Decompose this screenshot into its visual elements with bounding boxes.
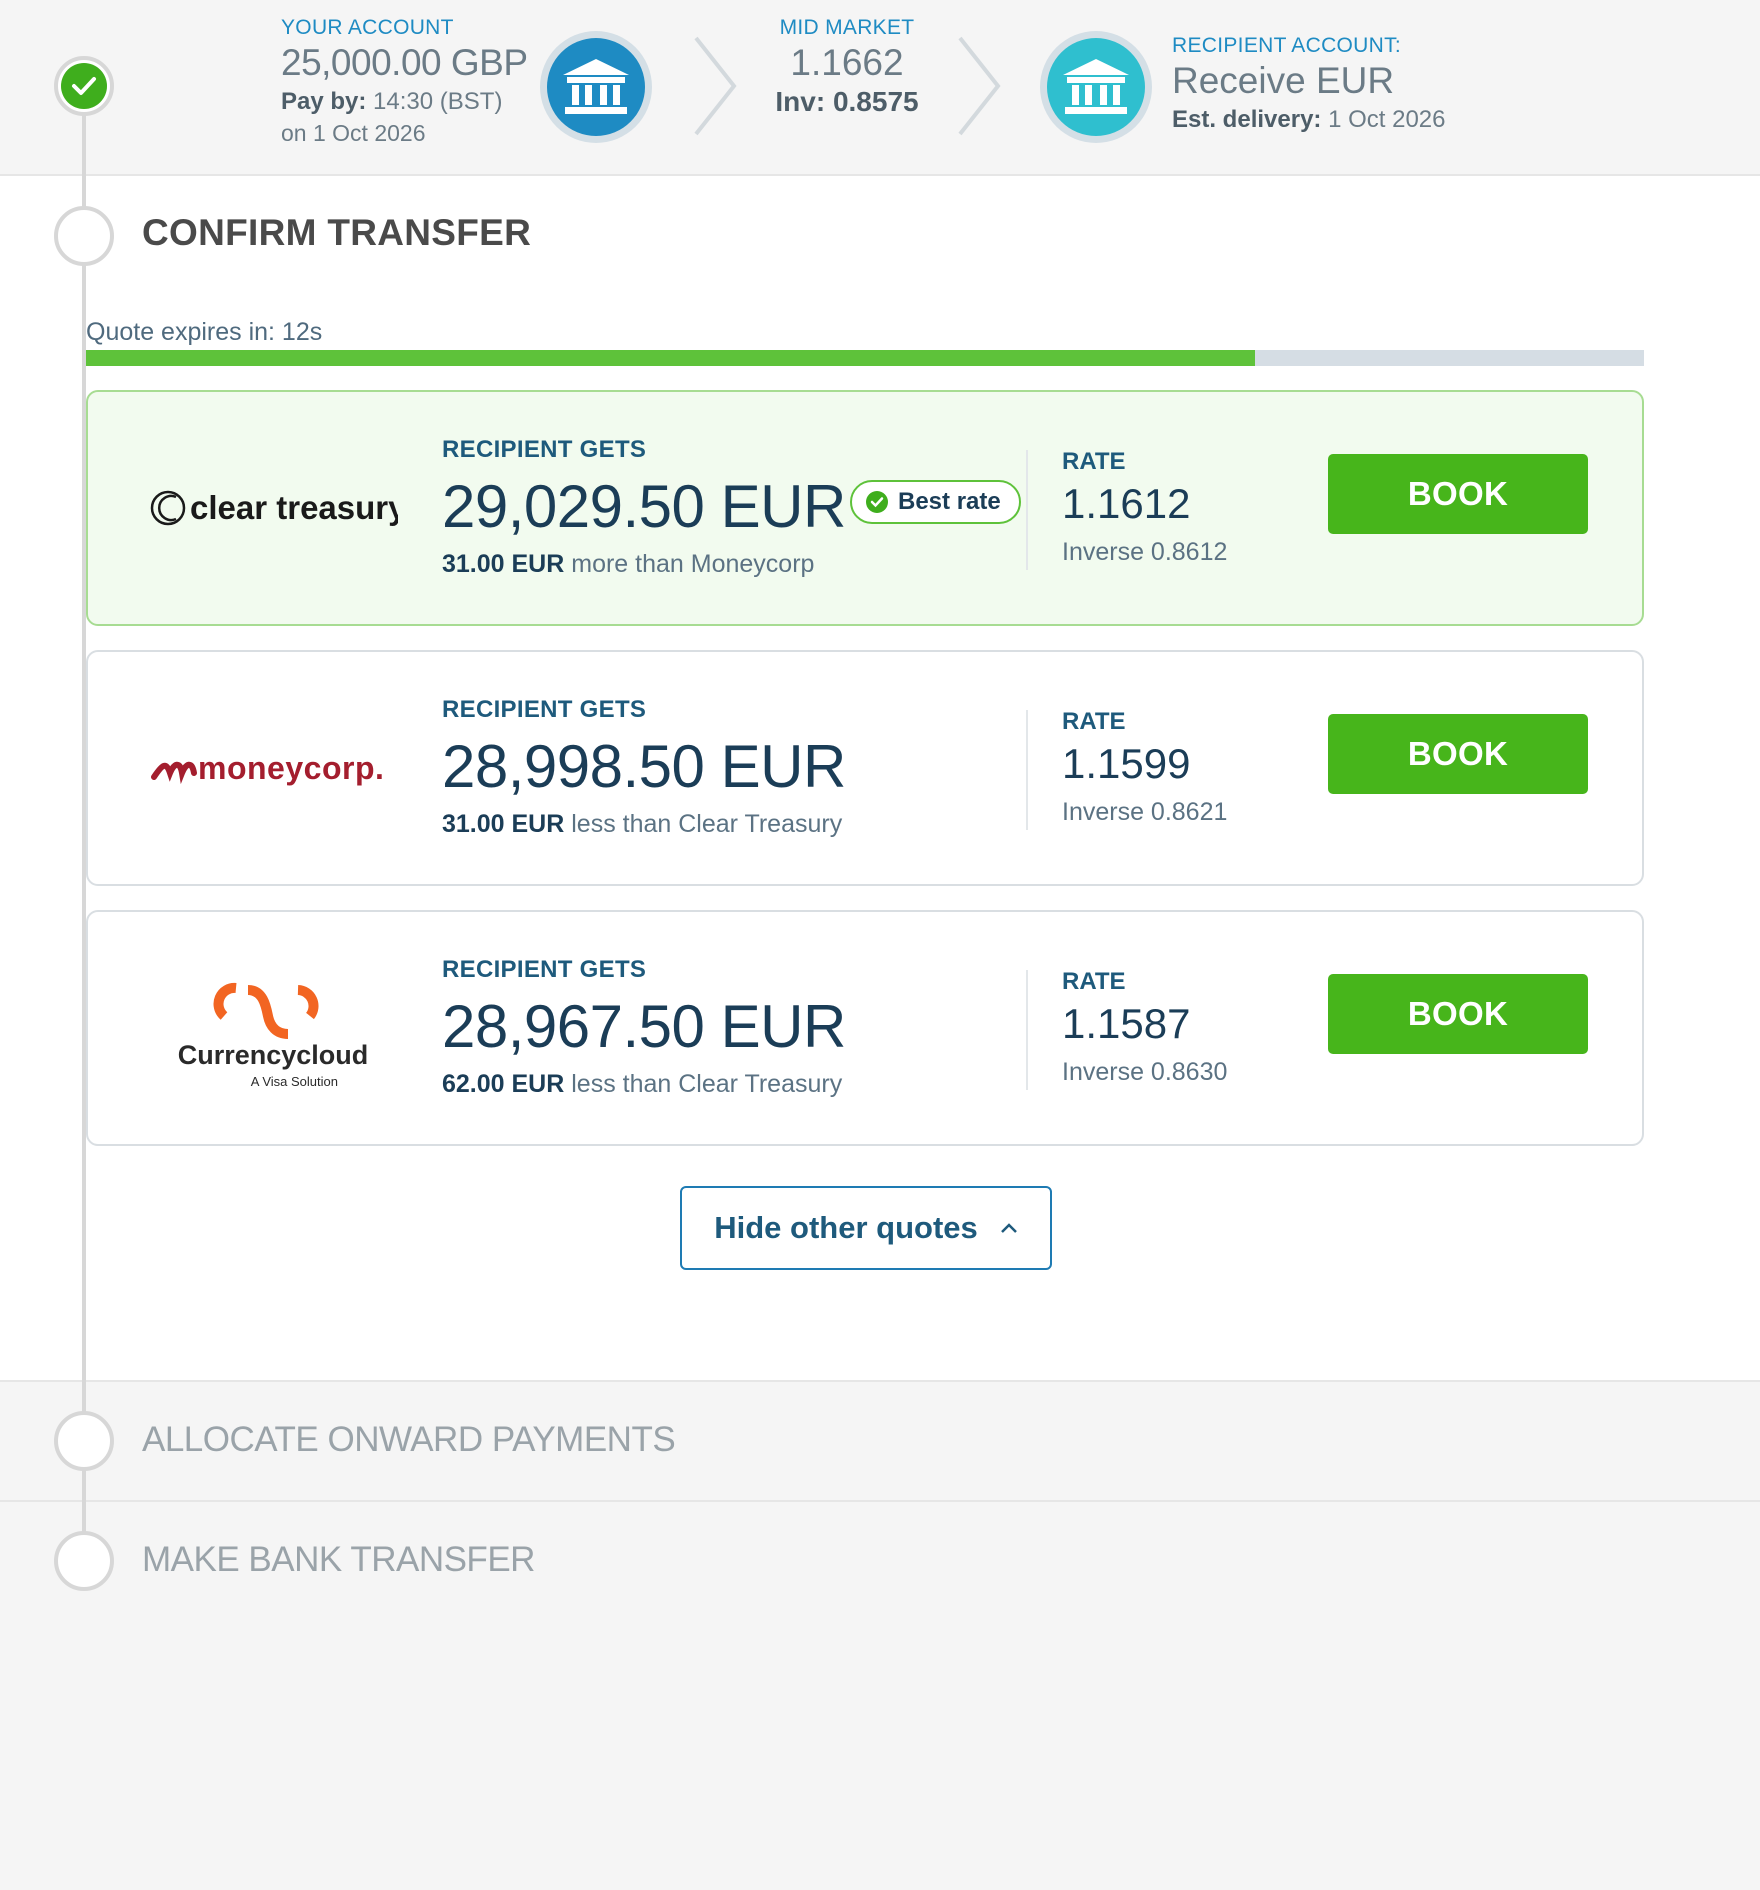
chevron-right-icon bbox=[694, 36, 737, 136]
source-bank-icon bbox=[540, 31, 652, 143]
hide-other-quotes-button[interactable]: Hide other quotes bbox=[680, 1186, 1052, 1270]
difference-text: less than Clear Treasury bbox=[571, 810, 843, 838]
difference-text: more than Moneycorp bbox=[571, 550, 815, 578]
your-account-block: YOUR ACCOUNT 25,000.00 GBP Pay by: 14:30… bbox=[281, 16, 528, 147]
difference-amount: 31.00 EUR bbox=[442, 550, 565, 578]
hide-other-quotes-label: Hide other quotes bbox=[714, 1210, 978, 1245]
difference-amount: 31.00 EUR bbox=[442, 810, 565, 838]
recipient-gets-label: RECIPIENT GETS bbox=[442, 956, 647, 983]
best-rate-badge: Best rate bbox=[850, 480, 1021, 524]
pay-by-label: Pay by: bbox=[281, 88, 367, 115]
your-account-label: YOUR ACCOUNT bbox=[281, 16, 454, 39]
allocate-onward-payments-title: ALLOCATE ONWARD PAYMENTS bbox=[142, 1420, 676, 1459]
pay-by-date: on 1 Oct 2026 bbox=[281, 120, 426, 146]
quote-card-currencycloud: Currencycloud A Visa Solution RECIPIENT … bbox=[86, 910, 1644, 1146]
recipient-amount: 28,998.50 EUR bbox=[442, 733, 846, 800]
difference-note: 31.00 EUR less than Clear Treasury bbox=[442, 810, 842, 839]
quote-expiry-text: Quote expires in: 12s bbox=[86, 318, 323, 346]
rate-value: 1.1587 bbox=[1062, 1000, 1191, 1047]
divider bbox=[1026, 450, 1028, 570]
mid-market-inverse: Inv: 0.8575 bbox=[760, 86, 934, 118]
checkmark-icon bbox=[61, 63, 107, 109]
progress-fill bbox=[86, 350, 1255, 366]
clear-treasury-logo: clear treasury bbox=[143, 392, 403, 624]
provider-name: clear treasury bbox=[190, 489, 398, 526]
recipient-bank-icon bbox=[1040, 31, 1152, 143]
inv-value: 0.8575 bbox=[832, 86, 919, 117]
step-bank-transfer-indicator bbox=[54, 1531, 114, 1591]
currencycloud-logo: Currencycloud A Visa Solution bbox=[143, 912, 403, 1144]
recipient-account-label: RECIPIENT ACCOUNT: bbox=[1172, 34, 1402, 57]
chevron-right-icon bbox=[958, 36, 1001, 136]
transfer-summary-header: YOUR ACCOUNT 25,000.00 GBP Pay by: 14:30… bbox=[0, 0, 1760, 176]
your-account-amount: 25,000.00 GBP bbox=[281, 42, 528, 83]
rate-value: 1.1612 bbox=[1062, 480, 1191, 527]
moneycorp-logo: moneycorp. bbox=[143, 652, 403, 884]
recipient-amount: 29,029.50 EUR bbox=[442, 473, 846, 540]
provider-name: Currencycloud bbox=[178, 1040, 369, 1070]
provider-subtitle: A Visa Solution bbox=[251, 1074, 338, 1089]
step-complete-indicator bbox=[54, 56, 114, 116]
delivery-line: Est. delivery: 1 Oct 2026 bbox=[1172, 106, 1446, 134]
book-button-currencycloud[interactable]: BOOK bbox=[1328, 974, 1588, 1054]
book-button-clear-treasury[interactable]: BOOK bbox=[1328, 454, 1588, 534]
check-circle-icon bbox=[866, 491, 888, 513]
page-title: CONFIRM TRANSFER bbox=[142, 212, 532, 253]
delivery-label: Est. delivery: bbox=[1172, 106, 1322, 133]
mid-market-label: MID MARKET bbox=[779, 16, 915, 39]
book-button-moneycorp[interactable]: BOOK bbox=[1328, 714, 1588, 794]
quote-card-moneycorp: moneycorp. RECIPIENT GETS 28,998.50 EUR … bbox=[86, 650, 1644, 886]
recipient-gets-label: RECIPIENT GETS bbox=[442, 436, 647, 463]
quote-card-clear-treasury: clear treasury RECIPIENT GETS 29,029.50 … bbox=[86, 390, 1644, 626]
rate-label: RATE bbox=[1062, 708, 1126, 735]
best-rate-label: Best rate bbox=[898, 488, 1001, 515]
inverse-rate: Inverse 0.8621 bbox=[1062, 798, 1228, 826]
inverse-rate: Inverse 0.8612 bbox=[1062, 538, 1228, 566]
step-current-indicator bbox=[54, 206, 114, 266]
difference-note: 31.00 EUR more than Moneycorp bbox=[442, 550, 814, 579]
inverse-rate: Inverse 0.8630 bbox=[1062, 1058, 1228, 1086]
delivery-date: 1 Oct 2026 bbox=[1328, 106, 1446, 133]
provider-name: moneycorp. bbox=[198, 750, 384, 786]
chevron-up-icon bbox=[1000, 1223, 1017, 1233]
difference-amount: 62.00 EUR bbox=[442, 1070, 565, 1098]
recipient-gets-label: RECIPIENT GETS bbox=[442, 696, 647, 723]
make-bank-transfer-title: MAKE BANK TRANSFER bbox=[142, 1540, 535, 1579]
mid-market-block: MID MARKET 1.1662 Inv: 0.8575 bbox=[760, 16, 934, 118]
rate-value: 1.1599 bbox=[1062, 740, 1191, 787]
inv-label: Inv: bbox=[775, 86, 826, 117]
rate-label: RATE bbox=[1062, 448, 1126, 475]
divider bbox=[1026, 970, 1028, 1090]
pay-by-line: Pay by: 14:30 (BST) bbox=[281, 88, 528, 116]
pay-by-time: 14:30 (BST) bbox=[373, 88, 503, 115]
quote-expiry-progress bbox=[86, 350, 1644, 366]
step-allocate-indicator bbox=[54, 1411, 114, 1471]
difference-text: less than Clear Treasury bbox=[571, 1070, 843, 1098]
mid-market-rate: 1.1662 bbox=[790, 42, 904, 83]
difference-note: 62.00 EUR less than Clear Treasury bbox=[442, 1070, 842, 1099]
rate-label: RATE bbox=[1062, 968, 1126, 995]
divider bbox=[1026, 710, 1028, 830]
timeline-line bbox=[82, 88, 86, 1563]
receive-currency: Receive EUR bbox=[1172, 60, 1395, 101]
recipient-account-block: RECIPIENT ACCOUNT: Receive EUR Est. deli… bbox=[1172, 34, 1446, 134]
recipient-amount: 28,967.50 EUR bbox=[442, 993, 846, 1060]
